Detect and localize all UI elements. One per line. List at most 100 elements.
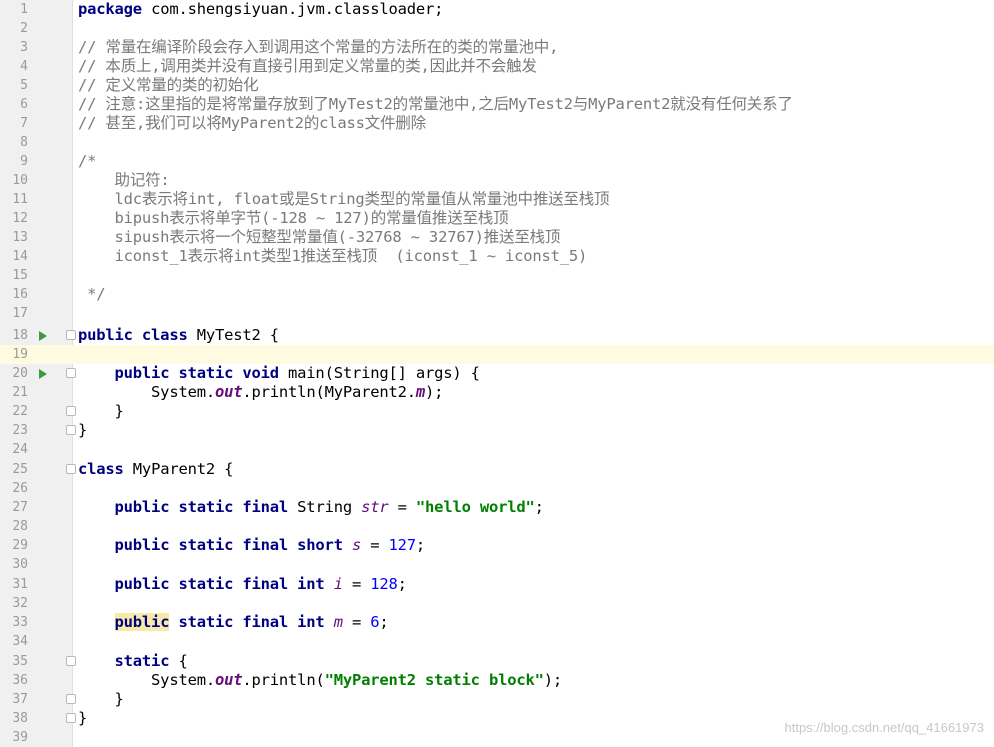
code-line-5[interactable]: 5 // 定义常量的类的初始化 xyxy=(0,76,994,95)
code-line-7[interactable]: 7 // 甚至,我们可以将MyParent2的class文件删除 xyxy=(0,114,994,133)
fold-icon[interactable] xyxy=(66,425,76,435)
comment: ldc表示将int, float或是String类型的常量值从常量池中推送至栈顶 xyxy=(78,190,610,208)
keyword: public static final xyxy=(114,498,289,516)
line-number: 32 xyxy=(12,596,28,611)
code-line-14[interactable]: 14 iconst_1表示将int类型1推送至栈顶 (iconst_1 ~ ic… xyxy=(0,247,994,266)
line-number: 20 xyxy=(12,366,28,381)
code-line-32[interactable]: 32 xyxy=(0,594,994,613)
code-line-22[interactable]: 22 } xyxy=(0,402,994,421)
line-number: 7 xyxy=(20,116,28,131)
code-line-34[interactable]: 34 xyxy=(0,632,994,651)
code-line-30[interactable]: 30 xyxy=(0,555,994,574)
fold-icon[interactable] xyxy=(66,330,76,340)
code-line-36[interactable]: 36 System.out.println("MyParent2 static … xyxy=(0,671,994,690)
code-line-6[interactable]: 6 // 注意:这里指的是将常量存放到了MyTest2的常量池中,之后MyTes… xyxy=(0,95,994,114)
code-line-3[interactable]: 3 // 常量在编译阶段会存入到调用这个常量的方法所在的类的常量池中, xyxy=(0,38,994,57)
watermark: https://blog.csdn.net/qq_41661973 xyxy=(784,720,985,735)
keyword: static xyxy=(114,652,170,670)
code-line-18[interactable]: 18 public class MyTest2 { xyxy=(0,326,994,345)
fold-icon[interactable] xyxy=(66,464,76,474)
code-line-24[interactable]: 24 xyxy=(0,440,994,459)
fold-icon[interactable] xyxy=(66,368,76,378)
code-line-37[interactable]: 37 } xyxy=(0,690,994,709)
code-line-31[interactable]: 31 public static final int i = 128; xyxy=(0,575,994,594)
field-name: i xyxy=(333,575,343,593)
comment: // 常量在编译阶段会存入到调用这个常量的方法所在的类的常量池中, xyxy=(78,38,559,56)
code-line-27[interactable]: 27 public static final String str = "hel… xyxy=(0,498,994,517)
line-number: 3 xyxy=(20,40,28,55)
code-line-2[interactable]: 2 xyxy=(0,19,994,38)
code-line-4[interactable]: 4 // 本质上,调用类并没有直接引用到定义常量的类,因此并不会触发 xyxy=(0,57,994,76)
comment: /* xyxy=(78,152,97,170)
code-text: ); xyxy=(425,383,444,401)
code-line-33[interactable]: 33 public static final int m = 6; xyxy=(0,613,994,632)
code-line-19-current[interactable]: 19 xyxy=(0,345,994,364)
code-line-35[interactable]: 35 static { xyxy=(0,652,994,671)
code-line-11[interactable]: 11 ldc表示将int, float或是String类型的常量值从常量池中推送… xyxy=(0,190,994,209)
class-declaration: MyTest2 { xyxy=(187,326,279,344)
code-line-16[interactable]: 16 */ xyxy=(0,285,994,304)
operator: = xyxy=(342,575,371,593)
keyword: public static final int xyxy=(114,575,325,593)
field-name: s xyxy=(351,536,362,554)
run-method-icon[interactable] xyxy=(39,369,47,379)
code-line-29[interactable]: 29 public static final short s = 127; xyxy=(0,536,994,555)
keyword: package xyxy=(78,0,142,18)
code-line-21[interactable]: 21 System.out.println(MyParent2.m); xyxy=(0,383,994,402)
code-line-9[interactable]: 9 /* xyxy=(0,152,994,171)
fold-icon[interactable] xyxy=(66,713,76,723)
class-declaration: MyParent2 { xyxy=(123,460,234,478)
code-line-25[interactable]: 25 class MyParent2 { xyxy=(0,460,994,479)
line-number: 27 xyxy=(12,500,28,515)
operator: = xyxy=(388,498,416,516)
highlighted-keyword: public xyxy=(114,613,170,631)
code-line-13[interactable]: 13 sipush表示将一个短整型常量值(-32768 ~ 32767)推送至栈… xyxy=(0,228,994,247)
type-name: String xyxy=(288,498,362,516)
line-number: 30 xyxy=(12,557,28,572)
comment: // 注意:这里指的是将常量存放到了MyTest2的常量池中,之后MyTest2… xyxy=(78,95,793,113)
code-line-17[interactable]: 17 xyxy=(0,304,994,323)
code-line-23[interactable]: 23 } xyxy=(0,421,994,440)
code-line-12[interactable]: 12 bipush表示将单字节(-128 ~ 127)的常量值推送至栈顶 xyxy=(0,209,994,228)
code-text: System. xyxy=(78,671,215,689)
line-number: 38 xyxy=(12,711,28,726)
fold-icon[interactable] xyxy=(66,656,76,666)
line-number: 8 xyxy=(20,135,28,150)
method-signature: main(String[] args) { xyxy=(278,364,480,382)
line-number: 1 xyxy=(20,2,28,17)
number-literal: 127 xyxy=(388,536,417,554)
semicolon: ; xyxy=(534,498,544,516)
code-line-8[interactable]: 8 xyxy=(0,133,994,152)
static-field: out xyxy=(214,383,243,401)
code-text: ); xyxy=(543,671,563,689)
fold-icon[interactable] xyxy=(66,406,76,416)
code-line-28[interactable]: 28 xyxy=(0,517,994,536)
code-line-10[interactable]: 10 助记符: xyxy=(0,171,994,190)
code-editor[interactable]: 1 package com.shengsiyuan.jvm.classloade… xyxy=(0,0,994,747)
keyword: public static final short xyxy=(114,536,343,554)
code-line-26[interactable]: 26 xyxy=(0,479,994,498)
comment: // 甚至,我们可以将MyParent2的class文件删除 xyxy=(78,114,426,132)
comment: bipush表示将单字节(-128 ~ 127)的常量值推送至栈顶 xyxy=(78,209,509,227)
keyword: public class xyxy=(78,326,188,344)
code-line-20[interactable]: 20 public static void main(String[] args… xyxy=(0,364,994,383)
run-class-icon[interactable] xyxy=(39,331,47,341)
code-line-1[interactable]: 1 package com.shengsiyuan.jvm.classloade… xyxy=(0,0,994,19)
fold-icon[interactable] xyxy=(66,694,76,704)
line-number: 15 xyxy=(12,268,28,283)
line-number: 10 xyxy=(12,173,28,188)
code-text: .println( xyxy=(242,671,325,689)
field-name: m xyxy=(333,613,343,631)
keyword: class xyxy=(78,460,124,478)
string-literal: "MyParent2 static block" xyxy=(324,671,544,689)
code-text: } xyxy=(78,421,88,439)
number-literal: 128 xyxy=(370,575,398,593)
line-number: 26 xyxy=(12,481,28,496)
code-line-15[interactable]: 15 xyxy=(0,266,994,285)
static-field: m xyxy=(415,383,426,401)
